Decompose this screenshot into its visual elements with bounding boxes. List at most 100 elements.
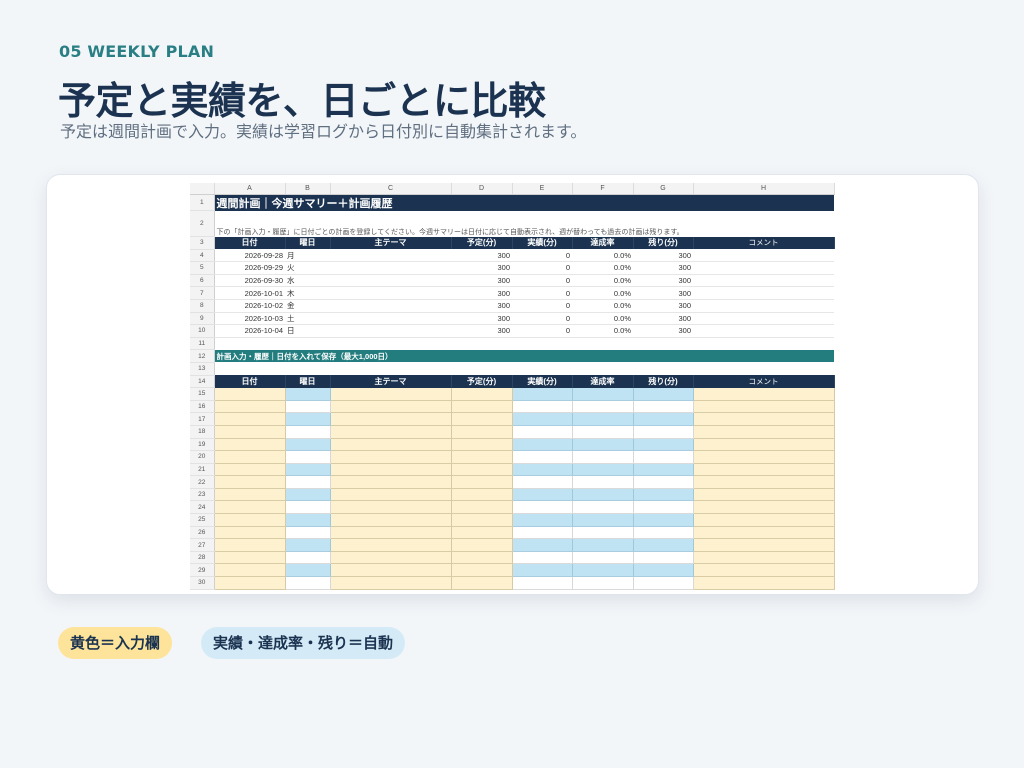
summary-cell-theme[interactable]: [330, 249, 451, 263]
summary-cell-theme[interactable]: [330, 261, 451, 275]
row-number[interactable]: 28: [190, 551, 215, 565]
auto-cell-day[interactable]: [285, 438, 331, 452]
input-cell-date[interactable]: [214, 450, 286, 464]
input-cell-theme[interactable]: [330, 526, 452, 540]
auto-cell-actual[interactable]: [512, 513, 573, 527]
input-cell-date[interactable]: [214, 425, 286, 439]
input-cell-date[interactable]: [214, 513, 286, 527]
instruction-note-cell[interactable]: 下の「計画入力・履歴」に日付ごとの計画を登録してください。今週サマリーは日付に応…: [214, 211, 834, 237]
summary-cell-plan[interactable]: 300: [451, 324, 512, 338]
input-cell-theme[interactable]: [330, 475, 452, 489]
input-cell-comment[interactable]: [693, 563, 835, 578]
input-cell-plan[interactable]: [451, 400, 513, 414]
row-number[interactable]: 13: [190, 362, 215, 376]
input-cell-plan[interactable]: [451, 500, 513, 515]
input-cell-date[interactable]: [214, 576, 286, 590]
row-number[interactable]: 29: [190, 563, 215, 578]
input-cell-date[interactable]: [214, 475, 286, 489]
summary-cell-theme[interactable]: [330, 324, 451, 338]
row-number[interactable]: 25: [190, 513, 215, 527]
row-number[interactable]: 26: [190, 526, 215, 540]
auto-cell-day[interactable]: [285, 576, 331, 590]
auto-cell-actual[interactable]: [512, 551, 573, 565]
summary-header-comment[interactable]: コメント: [693, 236, 835, 250]
summary-cell-date[interactable]: 2026-09-28: [214, 249, 285, 263]
input-cell-theme[interactable]: [330, 400, 452, 414]
auto-cell-day[interactable]: [285, 412, 331, 426]
auto-cell-remain[interactable]: [633, 438, 694, 452]
auto-cell-actual[interactable]: [512, 438, 573, 452]
summary-cell-day[interactable]: 木: [285, 286, 330, 300]
auto-cell-rate[interactable]: [572, 475, 634, 489]
row-number[interactable]: 7: [190, 286, 215, 300]
input-cell-theme[interactable]: [330, 563, 452, 578]
summary-header-theme[interactable]: 主テーマ: [330, 236, 452, 250]
select-all-corner[interactable]: [190, 183, 215, 195]
input-header-rate[interactable]: 達成率: [572, 375, 634, 388]
summary-cell-rate[interactable]: 0.0%: [572, 261, 633, 275]
row-number[interactable]: 8: [190, 299, 215, 313]
input-cell-comment[interactable]: [693, 538, 835, 552]
summary-cell-remain[interactable]: 300: [633, 274, 693, 288]
input-cell-date[interactable]: [214, 438, 286, 452]
auto-cell-day[interactable]: [285, 450, 331, 464]
summary-cell-day[interactable]: 土: [285, 312, 330, 326]
auto-cell-rate[interactable]: [572, 400, 634, 414]
row-number[interactable]: 17: [190, 412, 215, 426]
column-header-b[interactable]: B: [285, 183, 331, 195]
auto-cell-day[interactable]: [285, 387, 331, 401]
input-cell-comment[interactable]: [693, 400, 835, 414]
column-header-e[interactable]: E: [512, 183, 573, 195]
summary-header-rate[interactable]: 達成率: [572, 236, 634, 250]
summary-header-remain[interactable]: 残り(分): [633, 236, 694, 250]
blank-row-cell[interactable]: [214, 362, 834, 375]
auto-cell-actual[interactable]: [512, 387, 573, 401]
summary-cell-actual[interactable]: 0: [512, 249, 572, 263]
input-cell-comment[interactable]: [693, 450, 835, 464]
section-title-cell[interactable]: 計画入力・履歴｜日付を入れて保存（最大1,000日）: [214, 349, 834, 363]
auto-cell-actual[interactable]: [512, 425, 573, 439]
auto-cell-remain[interactable]: [633, 425, 694, 439]
input-cell-comment[interactable]: [693, 412, 835, 426]
input-cell-date[interactable]: [214, 526, 286, 540]
input-cell-date[interactable]: [214, 488, 286, 502]
auto-cell-remain[interactable]: [633, 576, 694, 590]
auto-cell-actual[interactable]: [512, 463, 573, 477]
input-cell-theme[interactable]: [330, 551, 452, 565]
input-cell-plan[interactable]: [451, 513, 513, 527]
column-header-f[interactable]: F: [572, 183, 634, 195]
input-cell-plan[interactable]: [451, 538, 513, 552]
input-cell-comment[interactable]: [693, 526, 835, 540]
input-header-date[interactable]: 日付: [214, 375, 286, 388]
summary-cell-theme[interactable]: [330, 312, 451, 326]
summary-cell-rate[interactable]: 0.0%: [572, 274, 633, 288]
summary-cell-theme[interactable]: [330, 299, 451, 313]
input-cell-theme[interactable]: [330, 463, 452, 477]
row-number[interactable]: 19: [190, 438, 215, 452]
input-cell-theme[interactable]: [330, 488, 452, 502]
auto-cell-remain[interactable]: [633, 488, 694, 502]
summary-cell-actual[interactable]: 0: [512, 286, 572, 300]
auto-cell-rate[interactable]: [572, 513, 634, 527]
auto-cell-remain[interactable]: [633, 538, 694, 552]
row-number[interactable]: 20: [190, 450, 215, 464]
row-number[interactable]: 12: [190, 349, 215, 363]
row-number[interactable]: 22: [190, 475, 215, 489]
auto-cell-day[interactable]: [285, 488, 331, 502]
row-number[interactable]: 9: [190, 312, 215, 326]
row-number[interactable]: 21: [190, 463, 215, 477]
row-number[interactable]: 3: [190, 236, 215, 250]
input-cell-plan[interactable]: [451, 425, 513, 439]
sheet-title-cell[interactable]: 週間計画｜今週サマリー＋計画履歴: [214, 194, 834, 211]
summary-header-plan[interactable]: 予定(分): [451, 236, 513, 250]
auto-cell-remain[interactable]: [633, 400, 694, 414]
auto-cell-remain[interactable]: [633, 500, 694, 515]
input-cell-theme[interactable]: [330, 412, 452, 426]
summary-cell-remain[interactable]: 300: [633, 261, 693, 275]
input-cell-comment[interactable]: [693, 488, 835, 502]
auto-cell-rate[interactable]: [572, 463, 634, 477]
summary-cell-actual[interactable]: 0: [512, 312, 572, 326]
summary-cell-comment[interactable]: [693, 249, 834, 263]
summary-cell-date[interactable]: 2026-10-03: [214, 312, 285, 326]
input-cell-date[interactable]: [214, 412, 286, 426]
